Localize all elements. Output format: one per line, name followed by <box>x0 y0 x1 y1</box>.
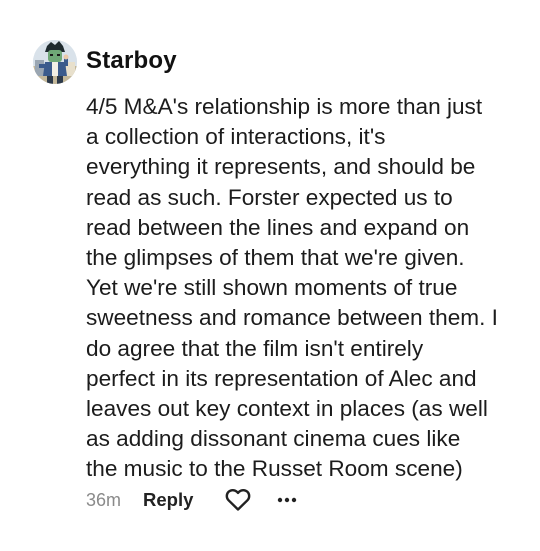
heart-outline-icon <box>226 488 251 511</box>
comment-body-line: 4/5 M&A's relationship is more than just <box>86 94 483 119</box>
comment-body-line: read as such. Forster expected us to <box>86 184 453 210</box>
comment-body-line: perfect in its representation of Alec an… <box>86 365 477 391</box>
comment-body-line: leaves out key context in places (as wel… <box>86 396 488 422</box>
comment-body-line: do agree that the film isn't entirely <box>86 335 424 361</box>
comment-body-line: the glimpses of them that we're given. <box>86 245 465 271</box>
comment-actions: 36m Reply <box>86 485 298 515</box>
more-horizontal-icon <box>278 497 297 503</box>
comment-body-line: everything it represents, and should be <box>86 154 476 180</box>
comment-body-line: as adding dissonant cinema cues like <box>86 426 461 452</box>
anime-character-avatar-icon <box>33 40 77 84</box>
avatar[interactable] <box>33 40 77 84</box>
comment-body: 4/5 M&A's relationship is more than just… <box>86 92 532 485</box>
like-button[interactable] <box>224 486 252 514</box>
more-options-button[interactable] <box>276 486 298 514</box>
reply-button[interactable]: Reply <box>143 485 193 515</box>
username[interactable]: Starboy <box>86 46 177 76</box>
timestamp: 36m <box>86 490 122 510</box>
comment-body-line: read between the lines and expand on <box>86 214 470 240</box>
comment-body-line: the music to the Russet Room scene) <box>86 456 463 482</box>
comment-body-line: a collection of interactions, it's <box>86 124 386 150</box>
comment-card: Starboy 4/5 M&A's relationship is more t… <box>0 0 540 551</box>
comment-body-line: sweetness and romance between them. I <box>86 305 498 331</box>
comment-body-line: Yet we're still shown moments of true <box>86 275 458 301</box>
